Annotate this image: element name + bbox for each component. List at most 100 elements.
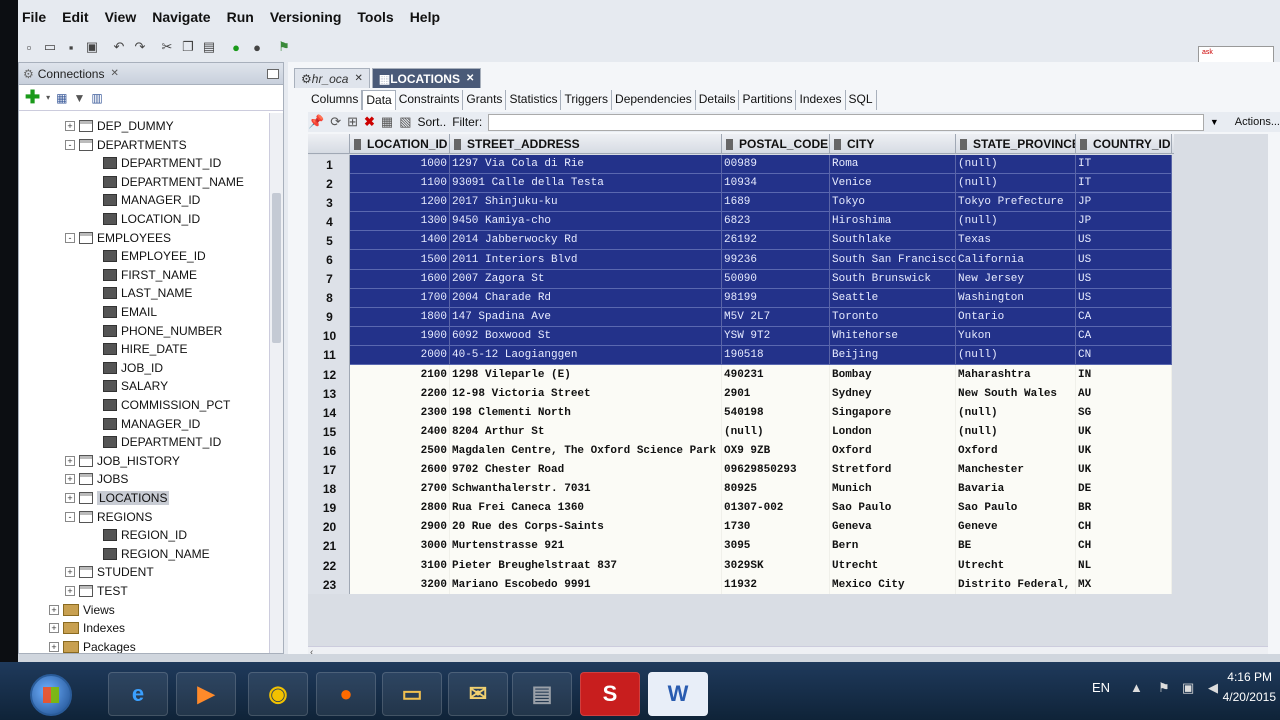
cell-state-province[interactable]: New Jersey — [956, 269, 1076, 289]
cell-location-id[interactable]: 2300 — [350, 403, 450, 423]
cell-city[interactable]: Roma — [830, 155, 956, 175]
row-number[interactable]: 18 — [308, 479, 350, 499]
table-row[interactable]: 4 1300 9450 Kamiya-cho 6823 Hiroshima (null) J… — [308, 212, 1172, 232]
copy-icon[interactable]: ❐ — [179, 38, 197, 56]
cell-location-id[interactable]: 1200 — [350, 193, 450, 213]
cell-city[interactable]: Stretford — [830, 460, 956, 480]
cell-city[interactable]: Tokyo — [830, 193, 956, 213]
cell-location-id[interactable]: 1100 — [350, 174, 450, 194]
table-row[interactable]: 14 2300 198 Clementi North 540198 Singapore(… — [308, 403, 1172, 423]
row-number[interactable]: 20 — [308, 517, 350, 537]
cell-city[interactable]: South San Francisco — [830, 250, 956, 270]
subtab-dependencies[interactable]: Dependencies — [612, 90, 696, 110]
row-number[interactable]: 2 — [308, 174, 350, 194]
table-row[interactable]: 19 2800 Rua Frei Caneca 1360 01307-002 Sao P… — [308, 498, 1172, 518]
tree-node-first-name[interactable]: FIRST_NAME — [103, 266, 197, 284]
tree-node-email[interactable]: EMAIL — [103, 303, 157, 321]
table-row[interactable]: 2 1100 93091 Calle della Testa 10934 Venice(… — [308, 174, 1172, 194]
cell-country-id[interactable]: US — [1076, 269, 1172, 289]
filter-input[interactable] — [488, 113, 1204, 131]
cell-location-id[interactable]: 2900 — [350, 517, 450, 537]
tree-node-job-history[interactable]: + JOB_HISTORY — [65, 452, 180, 470]
cell-location-id[interactable]: 1400 — [350, 231, 450, 251]
sort-button[interactable]: Sort.. — [418, 115, 447, 129]
cell-city[interactable]: London — [830, 422, 956, 442]
subtab-triggers[interactable]: Triggers — [561, 90, 613, 110]
close-icon[interactable]: ✕ — [110, 68, 118, 79]
cell-postal-code[interactable]: 490231 — [722, 365, 830, 385]
connections-tab[interactable]: ⚙ Connections ✕ — [19, 63, 283, 85]
cell-location-id[interactable]: 3100 — [350, 555, 450, 576]
table-row[interactable]: 23 3200 Mariano Escobedo 9991 11932 Mexico C… — [308, 575, 1172, 595]
cell-country-id[interactable]: CA — [1076, 326, 1172, 346]
cell-country-id[interactable]: UK — [1076, 460, 1172, 480]
cell-street-address[interactable]: 2017 Shinjuku-ku — [450, 193, 722, 213]
tree-node-dep-dummy[interactable]: + DEP_DUMMY — [65, 117, 174, 135]
cell-state-province[interactable]: BE — [956, 536, 1076, 556]
save-all-icon[interactable]: ▣ — [83, 38, 101, 56]
cell-postal-code[interactable]: 10934 — [722, 174, 830, 194]
cell-country-id[interactable]: IN — [1076, 365, 1172, 385]
cell-city[interactable]: Mexico City — [830, 575, 956, 595]
table-row[interactable]: 22 3100 Pieter Breughelstraat 837 3029SK Utr… — [308, 555, 1172, 576]
table-row[interactable]: 12 2100 1298 Vileparle (E) 490231 Bombay Maha… — [308, 365, 1172, 385]
cell-country-id[interactable]: US — [1076, 231, 1172, 251]
cell-state-province[interactable]: Utrecht — [956, 555, 1076, 576]
cell-postal-code[interactable]: 50090 — [722, 269, 830, 289]
tree-node-location-id[interactable]: LOCATION_ID — [103, 210, 200, 228]
cell-state-province[interactable]: Washington — [956, 288, 1076, 308]
row-number[interactable]: 22 — [308, 555, 350, 576]
table-row[interactable]: 8 1700 2004 Charade Rd 98199 Seattle Washingt… — [308, 288, 1172, 308]
cell-country-id[interactable]: CN — [1076, 345, 1172, 366]
tree-node-last-name[interactable]: LAST_NAME — [103, 284, 192, 302]
cell-country-id[interactable]: IT — [1076, 155, 1172, 175]
cell-state-province[interactable]: Sao Paulo — [956, 498, 1076, 518]
firefox-icon[interactable]: ● — [316, 672, 376, 716]
cell-street-address[interactable]: 6092 Boxwood St — [450, 326, 722, 346]
cell-street-address[interactable]: Mariano Escobedo 9991 — [450, 575, 722, 595]
refresh-icon[interactable]: ▥ — [91, 91, 102, 105]
media-player-icon[interactable]: ▶ — [176, 672, 236, 716]
cell-state-province[interactable]: Yukon — [956, 326, 1076, 346]
cell-postal-code[interactable]: YSW 9T2 — [722, 326, 830, 346]
cell-city[interactable]: Bombay — [830, 365, 956, 385]
menu-file[interactable]: File — [22, 9, 46, 25]
cell-street-address[interactable]: 40-5-12 Laogianggen — [450, 345, 722, 366]
cell-state-province[interactable]: Distrito Federal, — [956, 575, 1076, 595]
cell-postal-code[interactable]: 1689 — [722, 193, 830, 213]
minimize-icon[interactable] — [267, 68, 279, 79]
cell-state-province[interactable]: Bavaria — [956, 479, 1076, 499]
cell-state-province[interactable]: Manchester — [956, 460, 1076, 480]
tree-node-employee-id[interactable]: EMPLOYEE_ID — [103, 247, 206, 265]
cell-country-id[interactable]: BR — [1076, 498, 1172, 518]
tree-node-commission-pct[interactable]: COMMISSION_PCT — [103, 396, 230, 414]
delete-row-icon[interactable]: ✖ — [364, 114, 375, 130]
cell-city[interactable]: Oxford — [830, 441, 956, 461]
cell-country-id[interactable]: MX — [1076, 575, 1172, 595]
tree-node-test[interactable]: + TEST — [65, 582, 128, 600]
cell-postal-code[interactable]: M5V 2L7 — [722, 307, 830, 327]
row-number[interactable]: 12 — [308, 365, 350, 385]
cell-state-province[interactable]: Oxford — [956, 441, 1076, 461]
cell-location-id[interactable]: 2500 — [350, 441, 450, 461]
row-number[interactable]: 23 — [308, 575, 350, 595]
actions-menu[interactable]: Actions... — [1235, 116, 1280, 128]
cell-country-id[interactable]: AU — [1076, 384, 1172, 404]
cell-postal-code[interactable]: 3095 — [722, 536, 830, 556]
cell-postal-code[interactable]: 80925 — [722, 479, 830, 499]
cell-city[interactable]: Utrecht — [830, 555, 956, 576]
new-icon[interactable]: ▫ — [20, 38, 38, 56]
row-number[interactable]: 17 — [308, 460, 350, 480]
cell-city[interactable]: Venice — [830, 174, 956, 194]
collapse-icon[interactable]: - — [65, 232, 75, 243]
cell-postal-code[interactable]: 540198 — [722, 403, 830, 423]
cell-postal-code[interactable]: 6823 — [722, 212, 830, 232]
cell-location-id[interactable]: 1500 — [350, 250, 450, 270]
paste-icon[interactable]: ▤ — [200, 38, 218, 56]
show-hidden-icons-icon[interactable]: ▲ — [1130, 680, 1143, 695]
cell-state-province[interactable]: Texas — [956, 231, 1076, 251]
cell-state-province[interactable]: New South Wales — [956, 384, 1076, 404]
cell-postal-code[interactable]: 11932 — [722, 575, 830, 595]
cell-street-address[interactable]: 2004 Charade Rd — [450, 288, 722, 308]
table-row[interactable]: 3 1200 2017 Shinjuku-ku 1689 Tokyo Tokyo Pref… — [308, 193, 1172, 213]
